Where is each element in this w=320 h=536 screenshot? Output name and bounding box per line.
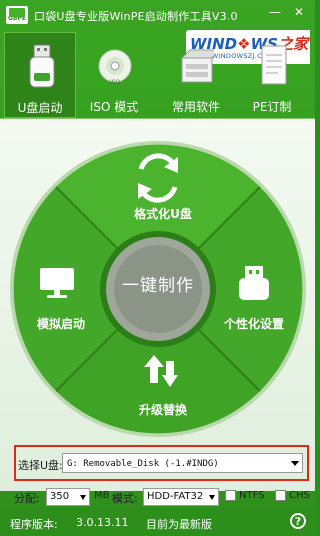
mode-label: 模式: xyxy=(112,492,138,505)
ntfs-label: NTFS xyxy=(239,490,265,501)
main-panel: 格式化U盘 模拟启动 个性化设置 升级替换 一键制作 xyxy=(0,118,315,491)
minimize-button[interactable]: — xyxy=(266,4,284,20)
chevron-down-icon[interactable] xyxy=(291,461,299,466)
tab-label: PE订制 xyxy=(252,100,292,114)
tab-label: U盘启动 xyxy=(17,101,63,115)
software-box-icon xyxy=(180,49,214,83)
usb-drive-value: G: Removable_Disk (-1.#INDG) xyxy=(67,459,219,469)
version-label: 程序版本: xyxy=(10,518,58,531)
document-icon xyxy=(261,45,287,85)
title-bar: GBPE 口袋U盘专业版WinPE启动制作工具V3.0 — ✕ xyxy=(0,0,315,30)
usb-drive-icon xyxy=(29,44,55,88)
select-usb-label: 选择U盘: xyxy=(18,459,63,472)
app-logo-icon: GBPE xyxy=(6,6,28,24)
tab-pe-custom[interactable]: PE订制 xyxy=(236,32,308,118)
one-click-make-label: 一键制作 xyxy=(122,276,194,296)
chevron-down-icon[interactable] xyxy=(80,495,86,500)
tab-bar: U盘启动 ISO ISO 模式 常用软件 PE订制 xyxy=(0,32,315,118)
mode-value: HDD-FAT32 xyxy=(147,491,204,502)
tab-usb-boot[interactable]: U盘启动 xyxy=(4,32,76,118)
select-usb-highlight: 选择U盘: G: Removable_Disk (-1.#INDG) xyxy=(14,445,309,481)
close-button[interactable]: ✕ xyxy=(290,4,308,20)
tab-label: 常用软件 xyxy=(171,100,220,114)
partition-label: 分配: xyxy=(14,492,40,505)
upgrade-replace-label: 升级替换 xyxy=(138,403,187,417)
options-row: 分配: 350 MB 模式: HDD-FAT32 NTFS CHS xyxy=(0,486,315,508)
format-usb-label: 格式化U盘 xyxy=(134,207,192,221)
chs-checkbox[interactable] xyxy=(275,490,286,501)
usb-drive-select[interactable]: G: Removable_Disk (-1.#INDG) xyxy=(62,453,303,473)
tab-label: ISO 模式 xyxy=(89,100,139,114)
tab-iso-mode[interactable]: ISO ISO 模式 xyxy=(78,32,150,118)
status-bar: 程序版本: 3.0.13.11 目前为最新版 ? xyxy=(0,508,315,536)
mode-select[interactable]: HDD-FAT32 xyxy=(143,488,219,506)
chs-label: CHS xyxy=(289,490,310,501)
simulate-boot-label: 模拟启动 xyxy=(36,317,85,331)
app-window: GBPE 口袋U盘专业版WinPE启动制作工具V3.0 — ✕ WIND❖WS之… xyxy=(0,0,315,536)
help-icon[interactable]: ? xyxy=(290,513,306,529)
ntfs-checkbox[interactable] xyxy=(225,490,236,501)
window-title: 口袋U盘专业版WinPE启动制作工具V3.0 xyxy=(34,10,238,23)
tab-common-software[interactable]: 常用软件 xyxy=(160,32,232,118)
latest-version-text: 目前为最新版 xyxy=(146,518,212,531)
unit-label: MB xyxy=(94,490,110,501)
chevron-down-icon[interactable] xyxy=(209,495,215,500)
version-number: 3.0.13.11 xyxy=(76,516,129,529)
partition-size-value: 350 xyxy=(50,491,70,502)
svg-text:ISO: ISO xyxy=(110,79,121,86)
partition-size-select[interactable]: 350 xyxy=(46,488,90,506)
disc-iso-icon: ISO xyxy=(98,49,132,86)
personalize-settings-label: 个性化设置 xyxy=(223,317,284,331)
